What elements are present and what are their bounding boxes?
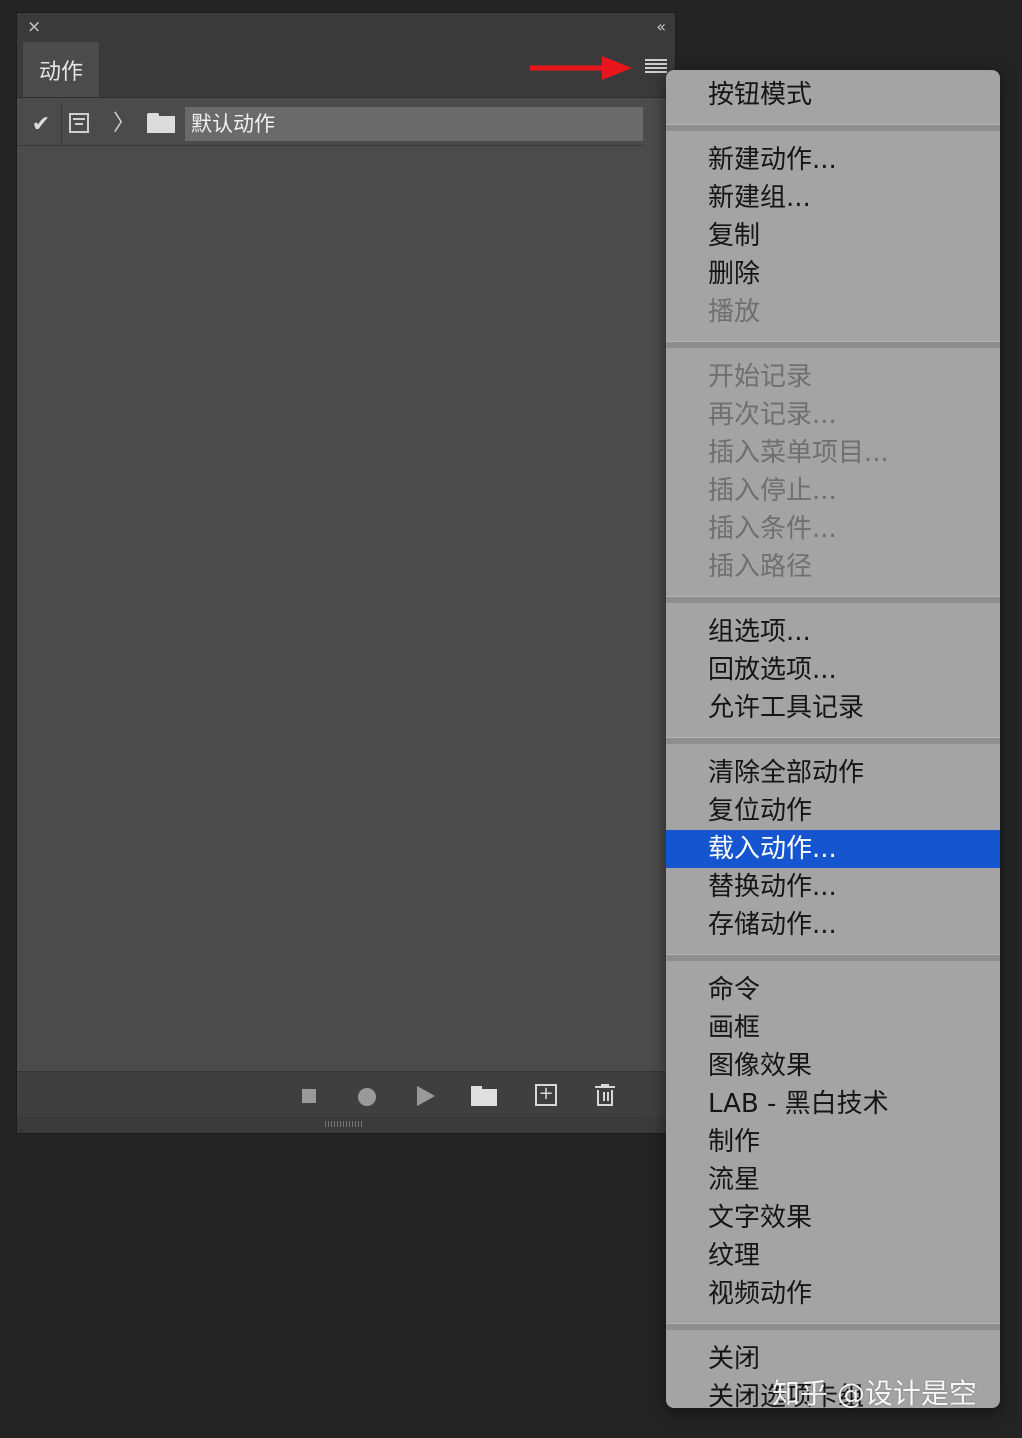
- menu-item[interactable]: 新建组...: [666, 179, 1000, 217]
- menu-item[interactable]: 复位动作: [666, 792, 1000, 830]
- chevron-right-icon[interactable]: 〉: [113, 109, 135, 139]
- close-icon[interactable]: ×: [27, 17, 41, 37]
- menu-item: 再次记录...: [708, 400, 837, 430]
- play-icon[interactable]: [417, 1086, 435, 1106]
- toggle-checkmark-icon[interactable]: ✔: [21, 103, 62, 145]
- menu-item[interactable]: 命令: [666, 971, 1000, 1009]
- menu-item[interactable]: 按钮模式: [666, 76, 1000, 114]
- menu-group: 组选项... 回放选项... 允许工具记录: [666, 607, 1000, 733]
- panel-titlebar: × ‹‹: [17, 13, 675, 41]
- menu-item[interactable]: 画框: [666, 1009, 1000, 1047]
- panel-footer: +: [17, 1071, 675, 1118]
- menu-separator: [666, 124, 1000, 131]
- menu-item: 插入停止...: [708, 476, 837, 506]
- dialog-toggle-icon[interactable]: [69, 113, 89, 133]
- menu-item: 插入菜单项目...: [708, 438, 889, 468]
- record-icon[interactable]: [358, 1088, 376, 1106]
- red-arrow-annotation: [530, 56, 632, 80]
- menu-item[interactable]: 流星: [666, 1161, 1000, 1199]
- tab-actions[interactable]: 动作: [23, 42, 99, 97]
- trash-icon[interactable]: [595, 1084, 615, 1106]
- menu-item[interactable]: 纹理: [666, 1237, 1000, 1275]
- menu-group: 新建动作... 新建组... 复制 删除播放: [666, 135, 1000, 337]
- menu-separator: [666, 596, 1000, 603]
- resize-handle[interactable]: [17, 1117, 675, 1133]
- menu-item: 插入条件...: [708, 514, 837, 544]
- menu-item: 插入路径: [708, 552, 813, 582]
- menu-item: 播放: [708, 297, 761, 327]
- watermark: 知乎 @设计是空: [772, 1377, 977, 1410]
- menu-item[interactable]: 删除: [666, 255, 1000, 293]
- menu-group: 命令 画框 图像效果 LAB - 黑白技术 制作 流星 文字效果 纹理 视频动作: [666, 965, 1000, 1319]
- menu-item[interactable]: 复制: [666, 217, 1000, 255]
- menu-item[interactable]: 文字效果: [666, 1199, 1000, 1237]
- menu-item[interactable]: 视频动作: [666, 1275, 1000, 1313]
- menu-item[interactable]: 制作: [666, 1123, 1000, 1161]
- grip-icon[interactable]: [325, 1121, 363, 1127]
- menu-group: 清除全部动作 复位动作 载入动作... 替换动作... 存储动作...: [666, 748, 1000, 950]
- menu-item: 开始记录: [708, 362, 813, 392]
- menu-item[interactable]: 组选项...: [666, 613, 1000, 651]
- menu-item[interactable]: 替换动作...: [666, 868, 1000, 906]
- folder-icon: [147, 113, 175, 133]
- menu-item[interactable]: 清除全部动作: [666, 754, 1000, 792]
- menu-group: 按钮模式: [666, 70, 1000, 120]
- panel-flyout-menu: 按钮模式新建动作... 新建组... 复制 删除播放开始记录再次记录... 插入菜单项目…: [666, 70, 1000, 1408]
- action-set-name[interactable]: 默认动作: [185, 107, 643, 141]
- collapse-panel-icon[interactable]: ‹‹: [656, 17, 666, 37]
- actions-panel: × ‹‹ 动作 ✔ 〉 默认动作 +: [16, 12, 676, 1134]
- panel-menu-icon[interactable]: [645, 57, 667, 75]
- stop-icon[interactable]: [302, 1089, 316, 1103]
- menu-separator: [666, 737, 1000, 744]
- menu-separator: [666, 1323, 1000, 1330]
- menu-item[interactable]: 存储动作...: [666, 906, 1000, 944]
- action-set-row[interactable]: ✔ 〉 默认动作: [17, 103, 643, 146]
- menu-group: 开始记录再次记录... 插入菜单项目... 插入停止... 插入条件... 插入路径: [666, 352, 1000, 592]
- menu-item[interactable]: LAB - 黑白技术: [666, 1085, 1000, 1123]
- menu-item[interactable]: 新建动作...: [666, 141, 1000, 179]
- menu-separator: [666, 341, 1000, 348]
- menu-item[interactable]: 载入动作...: [666, 830, 1000, 868]
- menu-item[interactable]: 图像效果: [666, 1047, 1000, 1085]
- menu-item[interactable]: 回放选项...: [666, 651, 1000, 689]
- new-set-icon[interactable]: [471, 1086, 497, 1106]
- menu-item[interactable]: 允许工具记录: [666, 689, 1000, 727]
- menu-separator: [666, 954, 1000, 961]
- new-action-icon[interactable]: +: [535, 1084, 557, 1106]
